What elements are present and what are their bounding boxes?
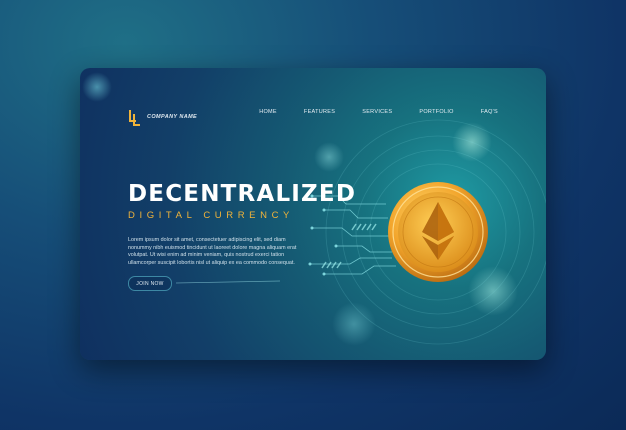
hero-title: DECENTRALIZED [128,181,357,207]
ethereum-coin-icon [388,182,488,282]
company-logo-icon[interactable] [128,109,142,127]
hero-subtitle: DIGITAL CURRENCY [128,210,294,221]
nav-item-services[interactable]: SERVICES [362,109,392,115]
nav-item-faqs[interactable]: FAQ'S [481,109,498,115]
hero-body-text: Lorem ipsum dolor sit amet, consectetuer… [128,237,297,266]
company-name[interactable]: COMPANY NAME [147,114,197,120]
header: COMPANY NAME HOME FEATURES SERVICES PORT… [80,68,546,158]
nav-item-features[interactable]: FEATURES [304,109,335,115]
nav-item-home[interactable]: HOME [259,109,277,115]
join-now-button[interactable]: JOIN NOW [128,276,172,291]
main-nav: HOME FEATURES SERVICES PORTFOLIO FAQ'S [259,109,498,115]
nav-item-portfolio[interactable]: PORTFOLIO [419,109,453,115]
landing-card: COMPANY NAME HOME FEATURES SERVICES PORT… [80,68,546,360]
